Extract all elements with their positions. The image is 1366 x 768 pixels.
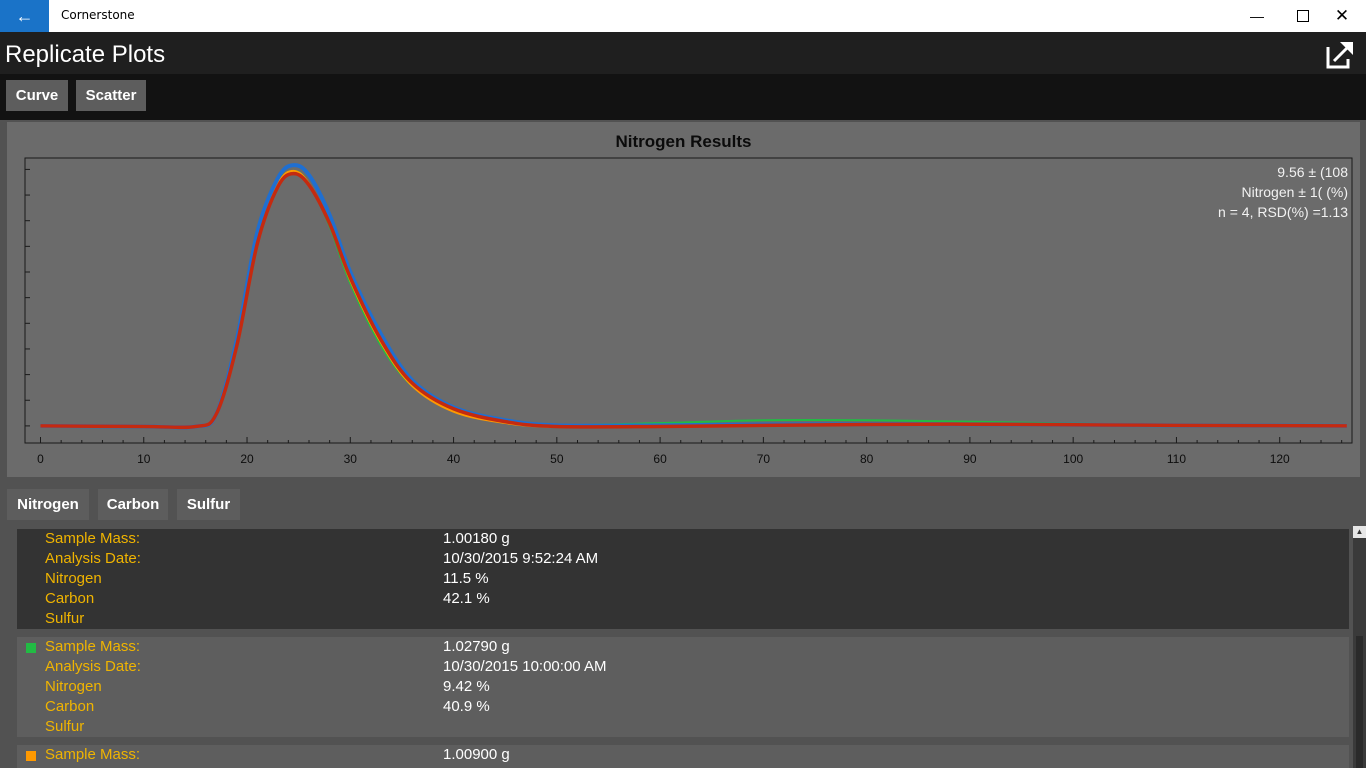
sulfur-label: Sulfur <box>45 610 85 627</box>
nitrogen-label: Nitrogen <box>45 678 102 695</box>
stats-line: 9.56 ± (108 <box>1277 164 1348 180</box>
x-tick-label: 100 <box>1063 452 1083 466</box>
tab-sulfur[interactable]: Sulfur <box>177 489 240 520</box>
minimize-button[interactable]: — <box>1234 0 1280 32</box>
arrow-left-icon: ← <box>15 5 34 26</box>
export-button[interactable] <box>1324 37 1358 71</box>
stats-box: 9.56 ± (108 Nitrogen ± 1( (%) n = 4, RSD… <box>1218 162 1348 222</box>
sample-mass-label: Sample Mass: <box>45 746 141 763</box>
sample-mass-value: 1.00900 g <box>443 746 510 763</box>
stats-line: Nitrogen ± 1( (%) <box>1241 184 1349 200</box>
scroll-up-arrow-icon[interactable]: ▲ <box>1353 526 1366 538</box>
x-tick-label: 110 <box>1167 452 1186 466</box>
sample-mass-value: 1.02790 g <box>443 638 510 655</box>
series-color-swatch <box>26 751 36 761</box>
x-tick-label: 60 <box>653 452 667 466</box>
series-color-swatch <box>26 643 36 653</box>
results-list[interactable]: Sample Mass: 1.00180 g Analysis Date: 10/3… <box>17 529 1349 768</box>
curve-chart: 0 10 20 30 40 50 60 70 80 90 100 110 120 <box>24 157 1353 466</box>
page-header: Replicate Plots <box>0 32 1366 74</box>
series-line <box>40 169 1347 429</box>
chart-panel: Nitrogen Results 0 10 20 30 40 50 60 70 80 90 100 1… <box>7 122 1360 477</box>
title-bar: ← Cornerstone — ✕ <box>0 0 1366 32</box>
analysis-date-value: 10/30/2015 10:00:00 AM <box>443 658 607 675</box>
page-title: Replicate Plots <box>5 41 166 68</box>
x-tick-label: 80 <box>860 452 874 466</box>
x-tick-label: 50 <box>550 452 564 466</box>
tab-nitrogen[interactable]: Nitrogen <box>7 489 89 520</box>
tab-curve[interactable]: Curve <box>6 80 68 111</box>
sample-mass-value: 1.00180 g <box>443 530 510 547</box>
close-button[interactable]: ✕ <box>1319 0 1365 32</box>
series-group <box>40 163 1347 430</box>
x-tick-label: 40 <box>447 452 461 466</box>
sample-mass-label: Sample Mass: <box>45 530 141 547</box>
export-icon <box>1326 41 1354 69</box>
analysis-date-label: Analysis Date: <box>45 550 141 567</box>
x-tick-label: 120 <box>1270 452 1290 466</box>
analysis-date-label: Analysis Date: <box>45 658 141 675</box>
x-tick-label: 30 <box>344 452 358 466</box>
results-scrollbar[interactable]: ▲ <box>1353 526 1366 768</box>
x-tick-label: 70 <box>757 452 771 466</box>
app-title: Cornerstone <box>61 8 135 22</box>
x-tick-label: 20 <box>240 452 254 466</box>
stats-line: n = 4, RSD(%) =1.13 <box>1218 204 1348 220</box>
nitrogen-value: 11.5 % <box>443 570 489 587</box>
tab-scatter[interactable]: Scatter <box>76 80 146 111</box>
series-line <box>40 169 1347 428</box>
scroll-thumb[interactable] <box>1356 636 1363 768</box>
result-card[interactable]: Sample Mass: 1.00180 g Analysis Date: 10/3… <box>17 529 1349 629</box>
sulfur-label: Sulfur <box>45 718 85 735</box>
x-tick-label: 90 <box>963 452 977 466</box>
minimize-icon: — <box>1250 8 1264 24</box>
x-tick-label: 10 <box>137 452 151 466</box>
sample-mass-label: Sample Mass: <box>45 638 141 655</box>
y-axis-ticks <box>25 168 30 427</box>
maximize-icon <box>1297 10 1309 22</box>
plot-type-toolbar: Curve Scatter <box>0 74 1366 120</box>
result-card[interactable]: Sample Mass: 1.02790 g Analysis Date: 10/3… <box>17 637 1349 737</box>
close-icon: ✕ <box>1334 6 1350 25</box>
carbon-value: 42.1 % <box>443 590 490 607</box>
tab-carbon[interactable]: Carbon <box>98 489 168 520</box>
analysis-date-value: 10/30/2015 9:52:24 AM <box>443 550 599 567</box>
carbon-value: 40.9 % <box>443 698 490 715</box>
x-tick-label: 0 <box>37 452 44 466</box>
nitrogen-value: 9.42 % <box>443 678 490 695</box>
plot-area <box>24 157 1353 444</box>
back-button[interactable]: ← <box>0 0 49 32</box>
nitrogen-label: Nitrogen <box>45 570 102 587</box>
x-axis-ticks: 0 10 20 30 40 50 60 70 80 90 100 110 120 <box>37 437 1343 466</box>
series-line <box>40 171 1347 430</box>
result-card[interactable]: Sample Mass: 1.00900 g <box>17 745 1349 768</box>
carbon-label: Carbon <box>45 590 95 607</box>
series-line <box>40 163 1347 430</box>
carbon-label: Carbon <box>45 698 95 715</box>
